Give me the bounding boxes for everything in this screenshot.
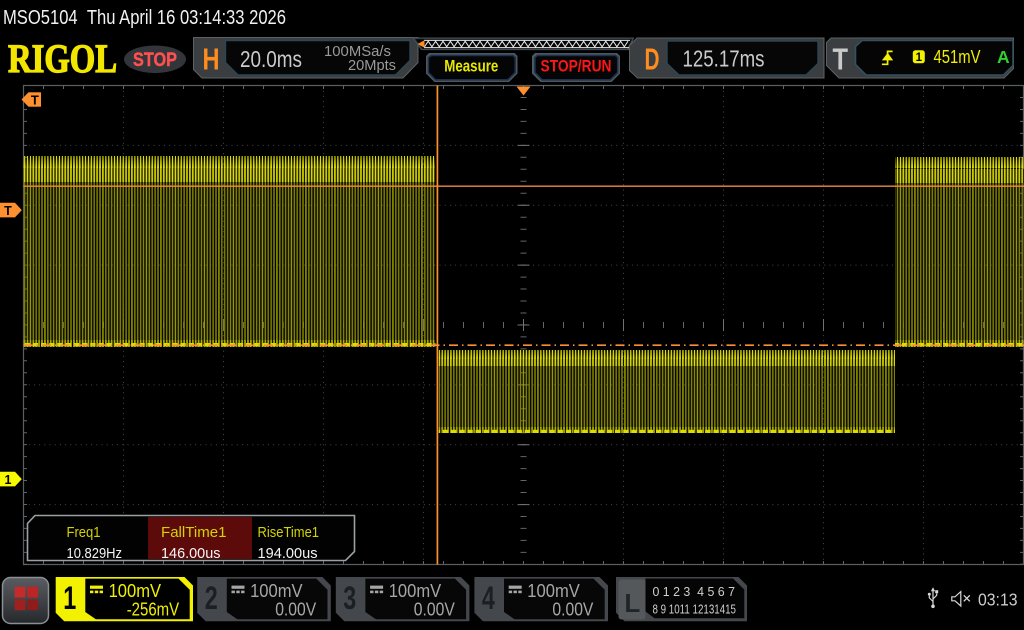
svg-text:1: 1 xyxy=(63,580,76,616)
svg-text:T: T xyxy=(31,93,39,108)
svg-text:20Mpts: 20Mpts xyxy=(348,58,396,74)
svg-text:4: 4 xyxy=(482,580,495,616)
svg-text:STOP: STOP xyxy=(133,50,177,71)
svg-text:D: D xyxy=(645,42,660,77)
svg-text:3: 3 xyxy=(343,580,356,616)
svg-text:2: 2 xyxy=(205,580,218,616)
svg-text:Freq1: Freq1 xyxy=(67,524,101,541)
svg-text:T: T xyxy=(833,42,849,77)
svg-text:20.0ms: 20.0ms xyxy=(240,46,302,72)
svg-text:T: T xyxy=(4,204,12,218)
svg-text:L: L xyxy=(624,588,640,618)
svg-text:1: 1 xyxy=(916,52,923,64)
svg-text:0.00V: 0.00V xyxy=(552,598,594,619)
svg-text:-256mV: -256mV xyxy=(127,598,180,619)
svg-text:FallTime1: FallTime1 xyxy=(161,524,227,541)
svg-text:451mV: 451mV xyxy=(934,46,982,67)
svg-text:H: H xyxy=(203,42,220,77)
svg-text:0.00V: 0.00V xyxy=(275,598,317,619)
svg-text:146.00us: 146.00us xyxy=(161,545,221,562)
svg-text:8 9 1011 12131415: 8 9 1011 12131415 xyxy=(653,601,737,616)
svg-text:MSO5104 Thu April 16 03:14:33: MSO5104 Thu April 16 03:14:33 2026 xyxy=(3,7,286,29)
svg-text:0.00V: 0.00V xyxy=(414,598,456,619)
svg-text:03:13: 03:13 xyxy=(978,589,1018,609)
svg-text:STOP/RUN: STOP/RUN xyxy=(541,56,612,75)
svg-text:RIGOL: RIGOL xyxy=(8,36,117,81)
svg-text:RiseTime1: RiseTime1 xyxy=(258,524,320,541)
svg-text:Measure: Measure xyxy=(444,56,498,75)
svg-text:194.00us: 194.00us xyxy=(258,545,318,562)
svg-text:10.829Hz: 10.829Hz xyxy=(67,545,123,562)
svg-text:125.17ms: 125.17ms xyxy=(683,46,765,72)
svg-text:0 1 2 3 4 5 6 7: 0 1 2 3 4 5 6 7 xyxy=(653,584,736,599)
svg-text:1: 1 xyxy=(5,473,12,487)
svg-text:A: A xyxy=(997,47,1010,67)
